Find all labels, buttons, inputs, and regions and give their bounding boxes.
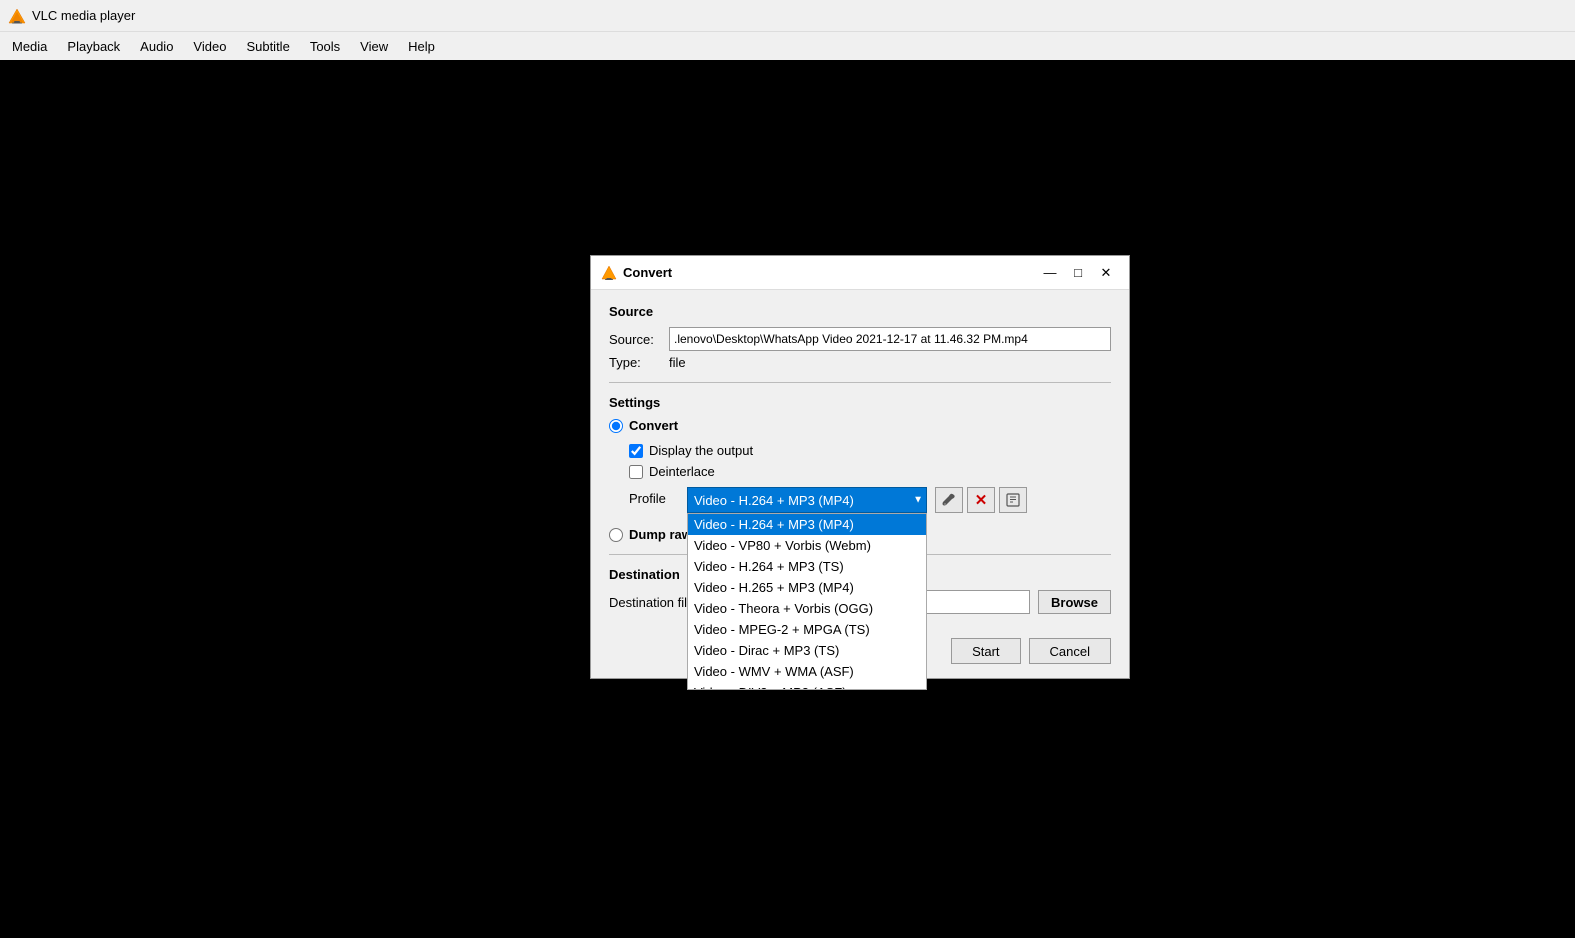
menu-view[interactable]: View [352, 37, 396, 56]
profile-select-container: Video - H.264 + MP3 (MP4) ▼ Video - H.26… [687, 487, 927, 513]
source-label: Source: [609, 332, 669, 347]
deinterlace-row: Deinterlace [629, 464, 1111, 479]
wrench-icon [942, 493, 956, 507]
edit-profile-button[interactable] [935, 487, 963, 513]
display-output-row: Display the output [629, 443, 1111, 458]
app-title: VLC media player [32, 8, 135, 23]
profile-row: Profile Video - H.264 + MP3 (MP4) ▼ [629, 487, 1111, 513]
menubar: Media Playback Audio Video Subtitle Tool… [0, 32, 1575, 60]
menu-audio[interactable]: Audio [132, 37, 181, 56]
profile-label: Profile [629, 487, 679, 506]
main-area: Convert — □ ✕ Source Source: Type: file [0, 60, 1575, 938]
dialog-title: Convert [623, 265, 1037, 280]
maximize-button[interactable]: □ [1065, 262, 1091, 284]
dialog-vlc-icon [601, 265, 617, 281]
menu-media[interactable]: Media [4, 37, 55, 56]
menu-help[interactable]: Help [400, 37, 443, 56]
type-value: file [669, 355, 686, 370]
delete-profile-button[interactable]: ✕ [967, 487, 995, 513]
convert-radio-row: Convert [609, 418, 1111, 433]
profile-dropdown-list: Video - H.264 + MP3 (MP4) Video - VP80 +… [687, 513, 927, 690]
menu-tools[interactable]: Tools [302, 37, 348, 56]
menu-subtitle[interactable]: Subtitle [238, 37, 297, 56]
convert-label: Convert [629, 418, 678, 433]
menu-video[interactable]: Video [185, 37, 234, 56]
profile-select[interactable]: Video - H.264 + MP3 (MP4) [687, 487, 927, 513]
titlebar: VLC media player [0, 0, 1575, 32]
profile-controls: Video - H.264 + MP3 (MP4) ▼ Video - H.26… [687, 487, 1111, 513]
profile-option-7[interactable]: Video - WMV + WMA (ASF) [688, 661, 926, 682]
start-button[interactable]: Start [951, 638, 1020, 664]
type-row: Type: file [609, 355, 1111, 370]
close-button[interactable]: ✕ [1093, 262, 1119, 284]
settings-section-label: Settings [609, 395, 1111, 410]
dialog-body: Source Source: Type: file Settings Conve… [591, 290, 1129, 628]
dump-radio[interactable] [609, 528, 623, 542]
profile-option-8[interactable]: Video - DIV3 + MP3 (ASF) [688, 682, 926, 689]
profile-option-4[interactable]: Video - Theora + Vorbis (OGG) [688, 598, 926, 619]
browse-button[interactable]: Browse [1038, 590, 1111, 614]
dialog-controls: — □ ✕ [1037, 262, 1119, 284]
profile-option-2[interactable]: Video - H.264 + MP3 (TS) [688, 556, 926, 577]
vlc-icon [8, 7, 26, 25]
deinterlace-checkbox[interactable] [629, 465, 643, 479]
type-label: Type: [609, 355, 669, 370]
profile-option-6[interactable]: Video - Dirac + MP3 (TS) [688, 640, 926, 661]
profile-option-5[interactable]: Video - MPEG-2 + MPGA (TS) [688, 619, 926, 640]
cancel-button[interactable]: Cancel [1029, 638, 1111, 664]
profile-right: Video - H.264 + MP3 (MP4) ▼ Video - H.26… [687, 487, 1111, 513]
delete-icon: ✕ [975, 491, 988, 509]
destination-file-label: Destination file: [609, 595, 699, 610]
profile-option-3[interactable]: Video - H.265 + MP3 (MP4) [688, 577, 926, 598]
profile-option-1[interactable]: Video - VP80 + Vorbis (Webm) [688, 535, 926, 556]
profile-selected-text: Video - H.264 + MP3 (MP4) [694, 493, 854, 508]
source-input[interactable] [669, 327, 1111, 351]
display-output-checkbox[interactable] [629, 444, 643, 458]
dialog-titlebar: Convert — □ ✕ [591, 256, 1129, 290]
profile-dropdown-inner[interactable]: Video - H.264 + MP3 (MP4) Video - VP80 +… [688, 514, 926, 689]
profile-option-0[interactable]: Video - H.264 + MP3 (MP4) [688, 514, 926, 535]
new-profile-button[interactable] [999, 487, 1027, 513]
minimize-button[interactable]: — [1037, 262, 1063, 284]
display-output-label: Display the output [649, 443, 753, 458]
source-section-label: Source [609, 304, 1111, 319]
convert-radio[interactable] [609, 419, 623, 433]
menu-playback[interactable]: Playback [59, 37, 128, 56]
dialog-overlay: Convert — □ ✕ Source Source: Type: file [0, 60, 1575, 938]
divider-1 [609, 382, 1111, 383]
new-profile-icon [1006, 493, 1020, 507]
convert-dialog: Convert — □ ✕ Source Source: Type: file [590, 255, 1130, 679]
deinterlace-label: Deinterlace [649, 464, 715, 479]
source-row: Source: [609, 327, 1111, 351]
